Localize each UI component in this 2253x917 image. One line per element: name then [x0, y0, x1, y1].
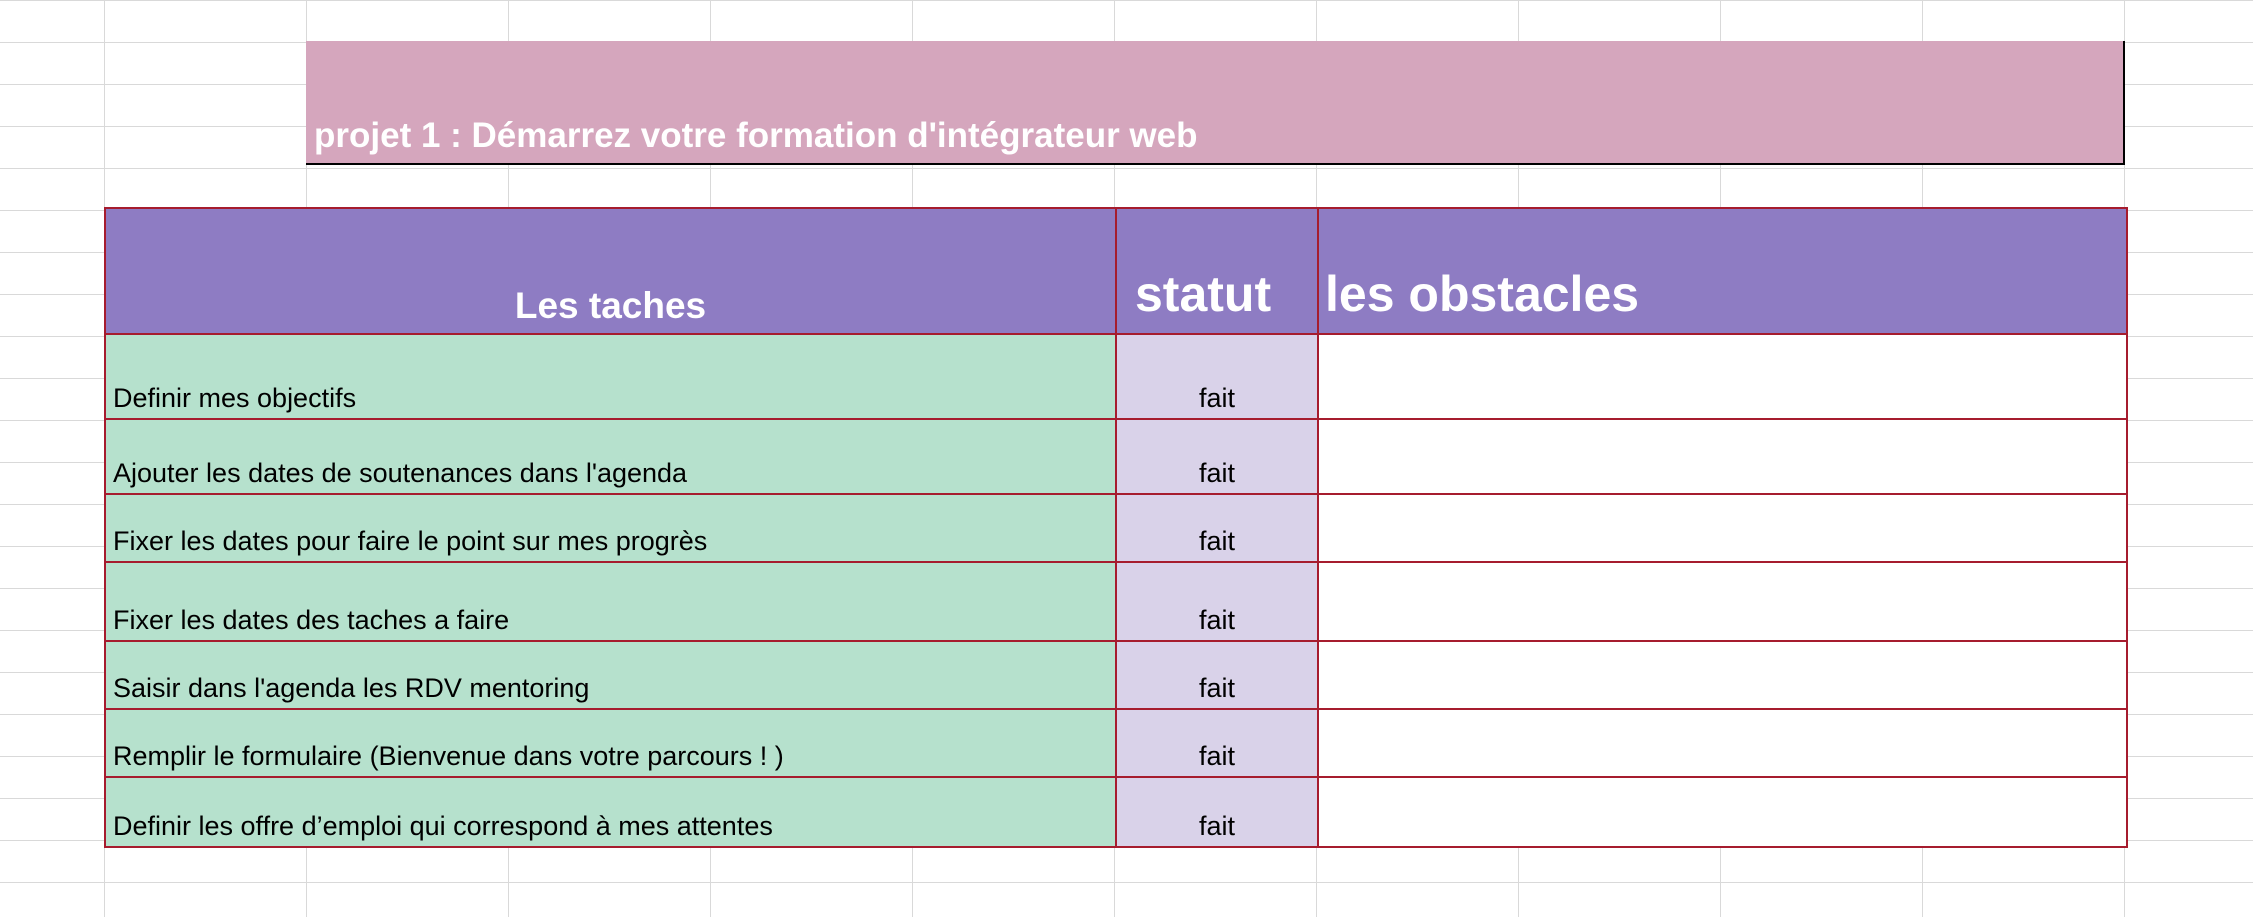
status-cell[interactable]: fait	[1115, 776, 1319, 848]
obstacle-cell[interactable]	[1317, 708, 2128, 778]
task-cell[interactable]: Fixer les dates pour faire le point sur …	[104, 493, 1117, 563]
table-row: Definir mes objectifs fait	[104, 333, 2128, 420]
status-cell[interactable]: fait	[1115, 418, 1319, 495]
task-cell[interactable]: Saisir dans l'agenda les RDV mentoring	[104, 640, 1117, 710]
status-cell[interactable]: fait	[1115, 640, 1319, 710]
obstacle-cell[interactable]	[1317, 333, 2128, 420]
status-cell[interactable]: fait	[1115, 708, 1319, 778]
header-status-cell[interactable]: statut	[1115, 207, 1319, 335]
obstacle-cell[interactable]	[1317, 640, 2128, 710]
spreadsheet-grid[interactable]: projet 1 : Démarrez votre formation d'in…	[0, 0, 2253, 917]
table-row: Remplir le formulaire (Bienvenue dans vo…	[104, 708, 2128, 778]
header-row: Les taches statut les obstacles	[104, 207, 2128, 335]
obstacle-cell[interactable]	[1317, 561, 2128, 642]
table-row: Ajouter les dates de soutenances dans l'…	[104, 418, 2128, 495]
sheet-title: projet 1 : Démarrez votre formation d'in…	[314, 116, 1198, 155]
task-cell[interactable]: Definir les offre d’emploi qui correspon…	[104, 776, 1117, 848]
header-tasks-cell[interactable]: Les taches	[104, 207, 1117, 335]
task-table: Les taches statut les obstacles Definir …	[104, 207, 2128, 848]
title-cell[interactable]: projet 1 : Démarrez votre formation d'in…	[306, 41, 2125, 165]
obstacle-cell[interactable]	[1317, 418, 2128, 495]
obstacle-cell[interactable]	[1317, 493, 2128, 563]
obstacle-cell[interactable]	[1317, 776, 2128, 848]
task-cell[interactable]: Remplir le formulaire (Bienvenue dans vo…	[104, 708, 1117, 778]
header-obstacles-cell[interactable]: les obstacles	[1317, 207, 2128, 335]
status-cell[interactable]: fait	[1115, 493, 1319, 563]
task-cell[interactable]: Ajouter les dates de soutenances dans l'…	[104, 418, 1117, 495]
table-row: Saisir dans l'agenda les RDV mentoring f…	[104, 640, 2128, 710]
table-row: Fixer les dates des taches a faire fait	[104, 561, 2128, 642]
task-cell[interactable]: Fixer les dates des taches a faire	[104, 561, 1117, 642]
status-cell[interactable]: fait	[1115, 561, 1319, 642]
table-row: Fixer les dates pour faire le point sur …	[104, 493, 2128, 563]
table-row: Definir les offre d’emploi qui correspon…	[104, 776, 2128, 848]
task-cell[interactable]: Definir mes objectifs	[104, 333, 1117, 420]
status-cell[interactable]: fait	[1115, 333, 1319, 420]
